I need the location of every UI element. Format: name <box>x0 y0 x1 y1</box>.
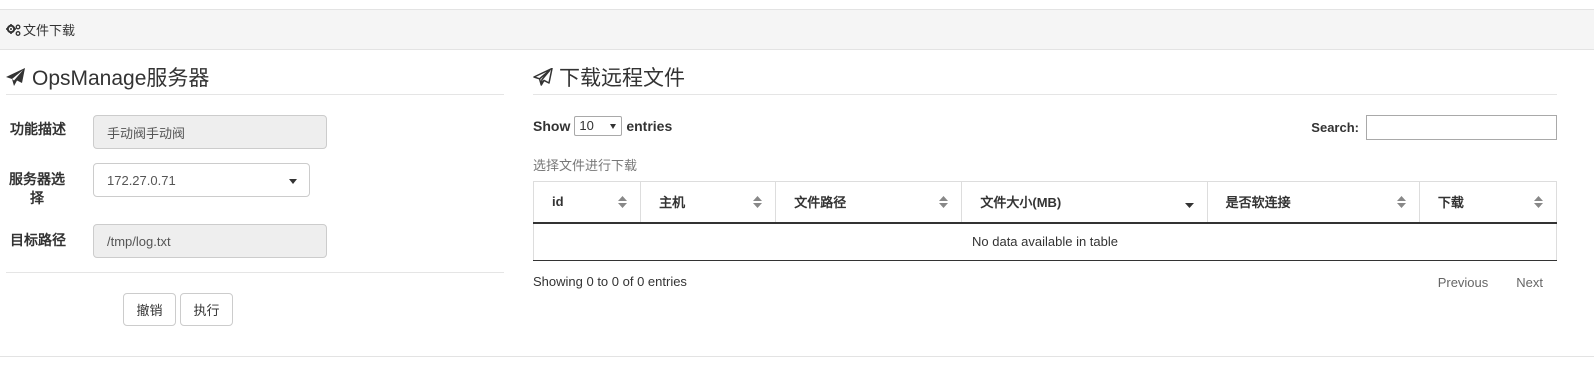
paper-plane-icon <box>6 68 25 86</box>
cancel-button[interactable]: 撤销 <box>123 293 176 326</box>
breadcrumb-label: 文件下载 <box>23 23 76 38</box>
column-header-download[interactable]: 下载 <box>1418 181 1558 224</box>
remote-download-title: 下载远程文件 <box>533 62 1557 95</box>
table-info: Showing 0 to 0 of 0 entries <box>533 274 687 289</box>
server-panel-title: OpsManage服务器 <box>6 62 504 95</box>
page-length-select[interactable]: 10 <box>574 116 623 136</box>
server-panel: OpsManage服务器 功能描述 手动阀手动阀 服务器选择 172.27.0.… <box>6 62 504 326</box>
execute-button[interactable]: 执行 <box>180 293 233 326</box>
table-caption: 选择文件进行下载 <box>533 158 638 173</box>
caret-down-icon <box>610 124 617 129</box>
sort-icon <box>753 196 763 208</box>
table-row: No data available in table <box>533 222 1557 261</box>
sort-icon <box>618 196 628 208</box>
column-header-is-symlink[interactable]: 是否软连接 <box>1206 181 1420 224</box>
table-search: Search: <box>1311 115 1557 140</box>
gears-icon <box>6 23 21 36</box>
footer-divider <box>0 356 1594 357</box>
column-header-file-path[interactable]: 文件路径 <box>775 181 963 224</box>
function-description-row: 功能描述 <box>6 120 76 139</box>
sort-desc-icon <box>1184 203 1194 208</box>
column-header-id[interactable]: id <box>532 181 642 224</box>
function-description-label: 功能描述 <box>10 121 66 137</box>
function-description-input[interactable]: 手动阀手动阀 <box>93 115 327 149</box>
files-table: id 主机 文件路径 文件大小(MB) 是否软连接 下载 No data ava… <box>532 181 1558 261</box>
column-header-host[interactable]: 主机 <box>640 181 777 224</box>
sort-icon <box>1396 196 1406 208</box>
form-divider <box>6 272 504 273</box>
table-header-row: id 主机 文件路径 文件大小(MB) 是否软连接 下载 <box>532 181 1558 224</box>
remote-download-panel: 下载远程文件 Show 10 entries Search: 选择文件进行下载 … <box>532 62 1558 290</box>
server-select-row: 服务器选择 <box>6 170 68 208</box>
empty-table-message: No data available in table <box>533 222 1557 261</box>
paper-plane-outline-icon <box>533 68 553 86</box>
sort-icon <box>1534 196 1543 208</box>
target-path-row: 目标路径 <box>6 231 76 250</box>
page-length-control: Show 10 entries <box>533 116 673 136</box>
server-select[interactable]: 172.27.0.71 <box>93 163 310 197</box>
target-path-label: 目标路径 <box>10 232 66 248</box>
column-header-file-size[interactable]: 文件大小(MB) <box>961 181 1208 224</box>
server-select-label: 服务器选择 <box>9 171 65 206</box>
previous-button[interactable]: Previous <box>1424 275 1503 290</box>
caret-down-icon <box>289 179 297 184</box>
search-input[interactable] <box>1366 115 1557 140</box>
target-path-input[interactable]: /tmp/log.txt <box>93 224 327 258</box>
next-button[interactable]: Next <box>1502 275 1557 290</box>
sort-icon <box>939 196 949 208</box>
breadcrumb-bar: 文件下载 <box>0 9 1594 50</box>
pagination: Previous Next <box>1424 275 1557 290</box>
